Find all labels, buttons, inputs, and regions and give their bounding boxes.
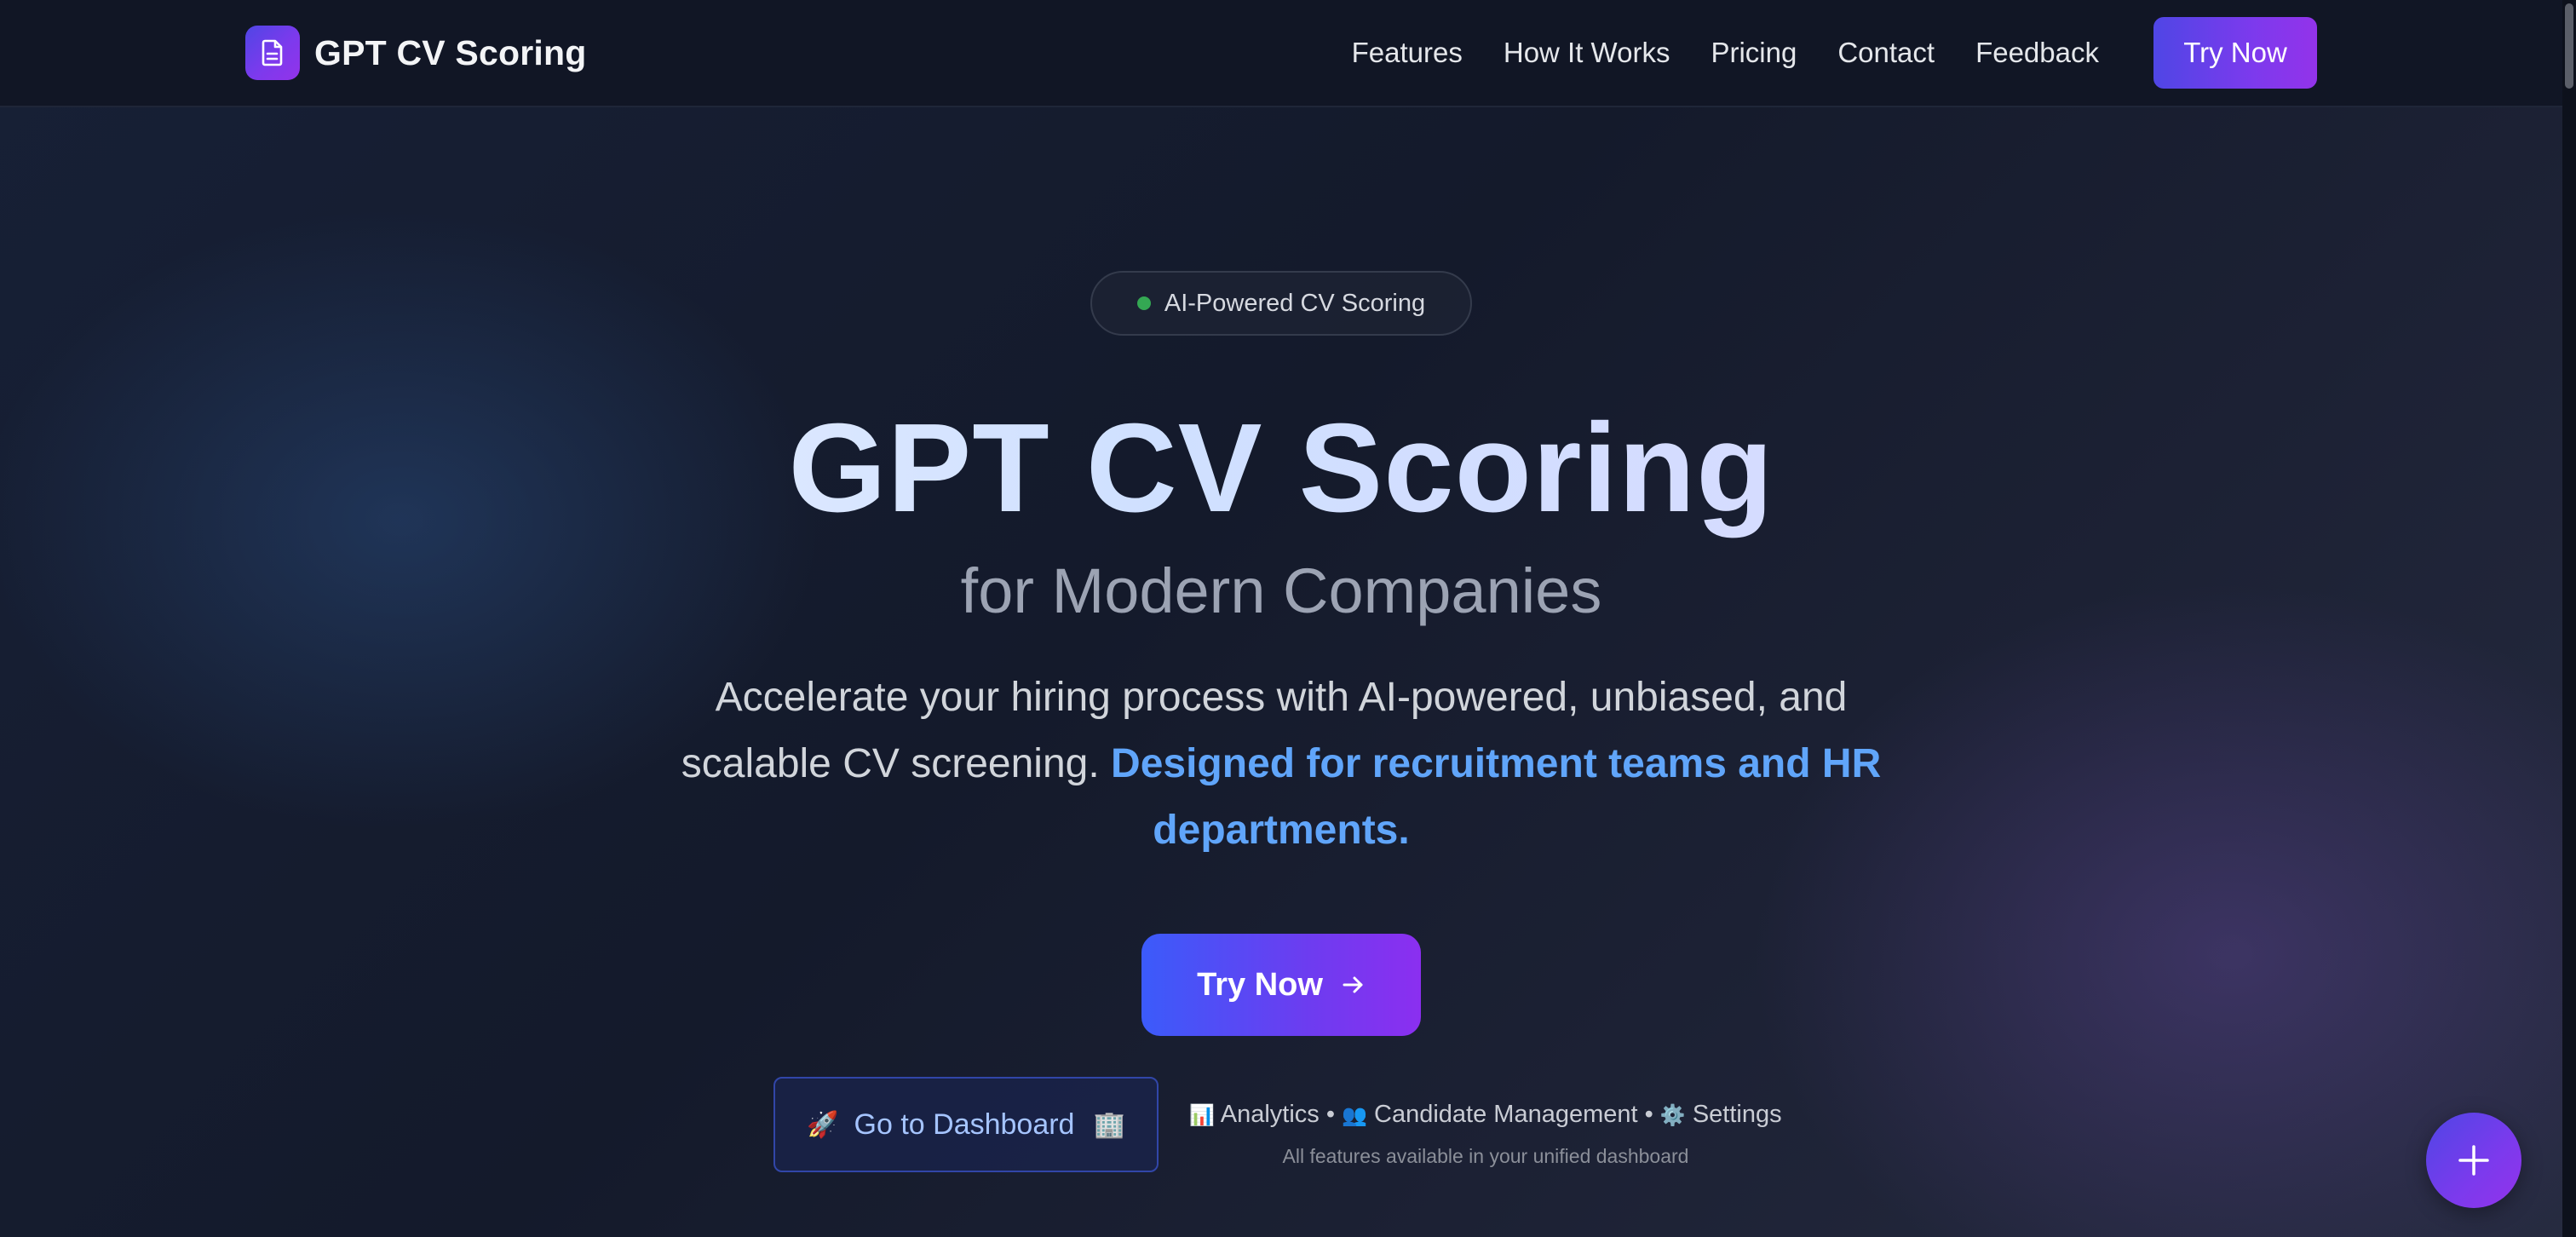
dashboard-features-list: 📊 Analytics • 👥 Candidate Management • ⚙… xyxy=(1179,1101,1792,1129)
nav-link-contact[interactable]: Contact xyxy=(1837,37,1935,69)
nav-link-how-it-works[interactable]: How It Works xyxy=(1504,37,1670,69)
go-to-dashboard-button[interactable]: 🚀 Go to Dashboard 🏢 xyxy=(773,1077,1159,1172)
nav-links: Features How It Works Pricing Contact Fe… xyxy=(1311,17,2099,89)
page-scrollbar[interactable] xyxy=(2562,0,2576,1237)
feature-settings: Settings xyxy=(1692,1101,1782,1128)
people-icon: 👥 xyxy=(1342,1104,1367,1127)
landing-page: GPT CV Scoring Features How It Works Pri… xyxy=(0,0,2576,1237)
nav-link-features[interactable]: Features xyxy=(1352,37,1463,69)
nav-link-pricing[interactable]: Pricing xyxy=(1711,37,1797,69)
feature-separator: • xyxy=(1644,1101,1653,1128)
hero-subtitle: for Modern Companies xyxy=(960,555,1602,626)
gear-icon: ⚙️ xyxy=(1659,1104,1686,1127)
document-icon xyxy=(245,26,300,80)
top-navbar: GPT CV Scoring Features How It Works Pri… xyxy=(0,0,2562,107)
hero-title: GPT CV Scoring xyxy=(0,394,2562,544)
feature-separator: • xyxy=(1325,1101,1336,1128)
chart-icon: 📊 xyxy=(1189,1104,1216,1127)
rocket-icon: 🚀 xyxy=(807,1110,839,1139)
scrollbar-thumb[interactable] xyxy=(2565,3,2573,89)
brand-name: GPT CV Scoring xyxy=(314,32,587,72)
ai-powered-badge: AI-Powered CV Scoring xyxy=(1090,271,1472,336)
building-icon: 🏢 xyxy=(1093,1110,1125,1139)
hero-try-now-label: Try Now xyxy=(1197,966,1323,1003)
hero-description: Accelerate your hiring process with AI-p… xyxy=(642,665,1920,864)
go-to-dashboard-label: Go to Dashboard xyxy=(854,1108,1075,1141)
floating-add-button[interactable] xyxy=(2426,1113,2521,1208)
badge-label: AI-Powered CV Scoring xyxy=(1164,289,1426,317)
dashboard-features-note: All features available in your unified d… xyxy=(1282,1145,1689,1167)
plus-icon xyxy=(2457,1143,2491,1177)
feature-analytics: Analytics xyxy=(1220,1101,1320,1128)
hero-description-highlight: Designed for recruitment teams and HR de… xyxy=(1111,741,1882,853)
feature-candidate-management: Candidate Management xyxy=(1374,1101,1638,1128)
hero-try-now-button[interactable]: Try Now xyxy=(1141,934,1421,1036)
nav-link-feedback[interactable]: Feedback xyxy=(1975,37,2099,69)
status-dot-icon xyxy=(1136,296,1151,310)
brand-logo-link[interactable]: GPT CV Scoring xyxy=(245,26,586,80)
arrow-right-icon xyxy=(1342,967,1366,1004)
nav-try-now-button[interactable]: Try Now xyxy=(2153,17,2317,89)
